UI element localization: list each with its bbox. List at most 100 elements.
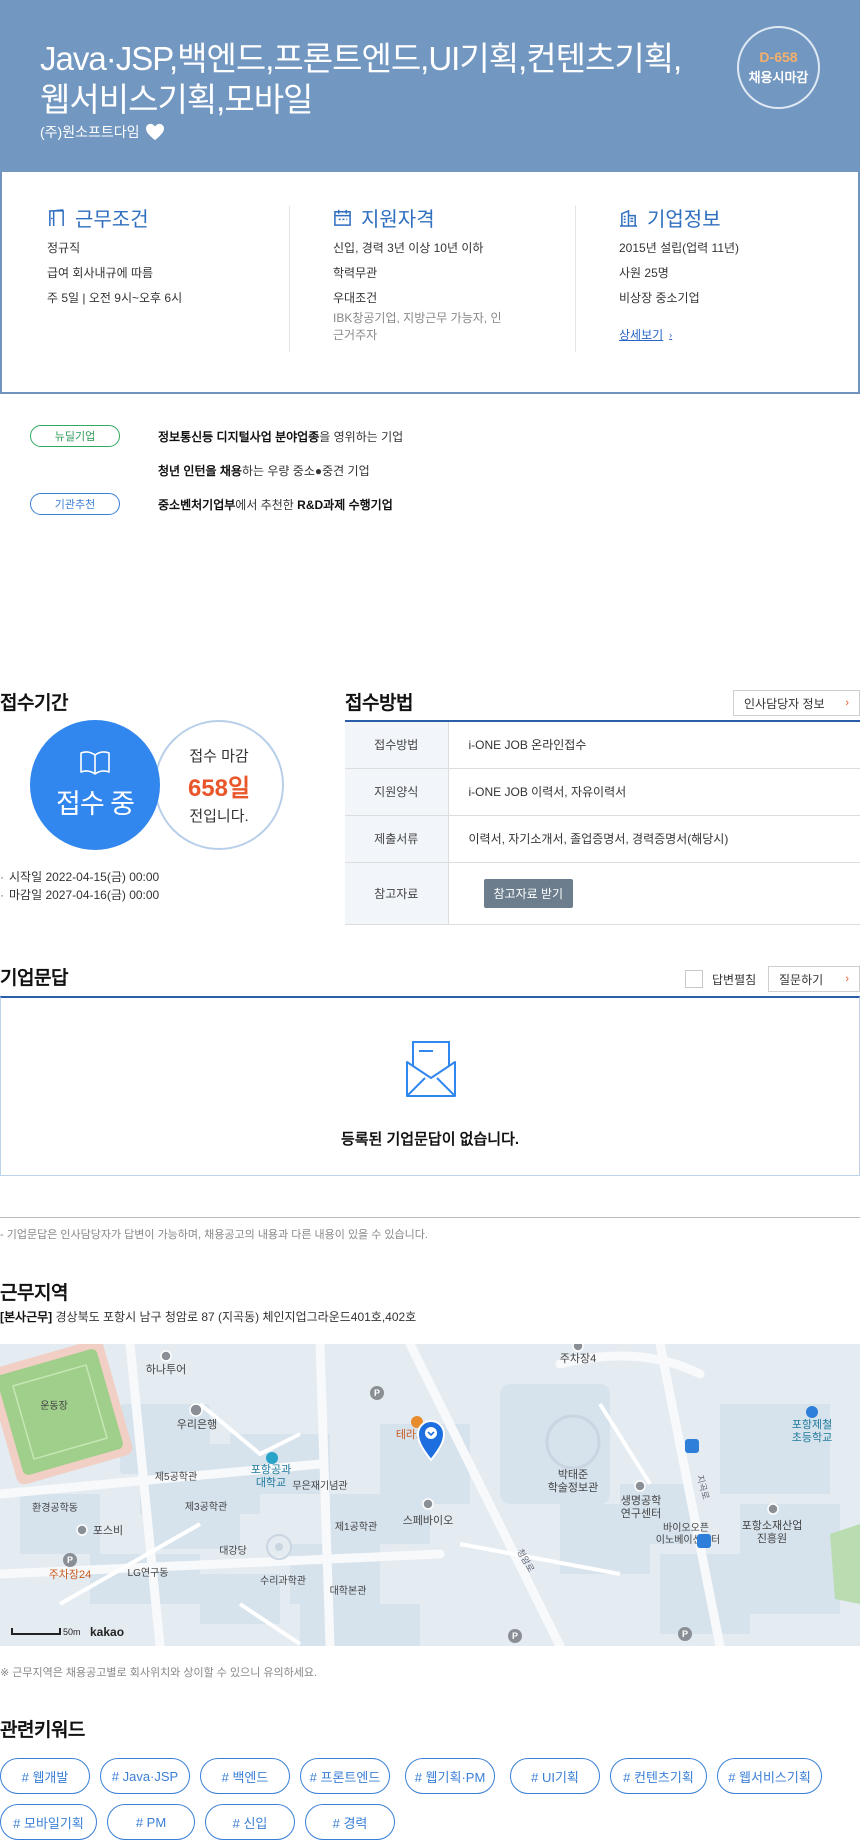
qualification-item: 신입, 경력 3년 이상 10년 이하 bbox=[333, 241, 484, 255]
status-circle: 접수 중 bbox=[30, 720, 160, 850]
chevron-right-icon: › bbox=[845, 697, 849, 709]
newdeal-badge: 뉴딜기업 bbox=[30, 425, 120, 447]
work-condition-item: 정규직 bbox=[47, 241, 81, 255]
map-label: 대강당 bbox=[219, 1545, 247, 1557]
summary-box: 근무조건 정규직 급여 회사내규에 따름 주 5일 | 오전 9시~오후 6시 … bbox=[0, 172, 860, 394]
location-map[interactable]: 하나투어 우리은행 운동장 제5공학관 제3공학관 환경공학동 포스비 LG연구… bbox=[0, 1344, 860, 1646]
location-title: 근무지역 bbox=[0, 1283, 68, 1304]
hr-info-button[interactable]: 인사담당자 정보 › bbox=[733, 690, 860, 716]
map-label: 수리과학관 bbox=[260, 1575, 306, 1587]
table-row: 접수방법 i-ONE JOB 온라인접수 bbox=[345, 721, 860, 768]
map-label: 우리은행 bbox=[177, 1418, 217, 1431]
expand-answers-checkbox[interactable] bbox=[685, 970, 703, 988]
dday-badge: D-658 채용시마감 bbox=[737, 26, 820, 109]
row-value: i-ONE JOB 온라인접수 bbox=[468, 738, 587, 753]
row-label: 접수방법 bbox=[345, 721, 449, 768]
keyword-chip[interactable]: # 백엔드 bbox=[200, 1758, 290, 1794]
map-label: 주차장24 bbox=[49, 1568, 92, 1581]
job-title: Java·JSP,백엔드,프론트엔드,UI기획,컨텐츠기획, 웹서비스기획,모바… bbox=[40, 38, 700, 120]
keyword-chip[interactable]: # 경력 bbox=[305, 1804, 395, 1840]
job-title-line2: 웹서비스기획,모바일 bbox=[40, 81, 313, 118]
date-list: 시작일 2022-04-15(금) 00:00 마감일 2027-04-16(금… bbox=[0, 868, 159, 904]
row-label: 지원양식 bbox=[345, 768, 449, 815]
table-row: 참고자료 참고자료 받기 bbox=[345, 862, 860, 924]
heart-icon[interactable] bbox=[145, 123, 165, 141]
deadline-type: 채용시마감 bbox=[748, 70, 809, 85]
company-detail-link[interactable]: 상세보기 › bbox=[619, 326, 672, 343]
company-row: (주)원소프트다임 bbox=[40, 122, 165, 142]
map-label: 운동장 bbox=[40, 1400, 68, 1412]
keyword-chip[interactable]: # 모바일기획 bbox=[0, 1804, 97, 1840]
map-label: 대학본관 bbox=[330, 1585, 367, 1597]
badge-description: 정보통신등 디지털사업 분야업종을 영위하는 기업 bbox=[158, 429, 404, 444]
work-condition-item: 주 5일 | 오전 9시~오후 6시 bbox=[47, 291, 183, 305]
map-label: 대학교 bbox=[256, 1476, 286, 1489]
map-scale: 50m bbox=[63, 1627, 81, 1637]
ask-question-button[interactable]: 질문하기 › bbox=[768, 966, 860, 992]
company-info-title: 기업정보 bbox=[647, 208, 721, 231]
keyword-chip[interactable]: # 웹기획·PM bbox=[405, 1758, 495, 1794]
svg-text:P: P bbox=[512, 1631, 518, 1641]
expand-answers-label[interactable]: 답변펼침 bbox=[712, 971, 756, 988]
qualification-item: 학력무관 bbox=[333, 266, 378, 280]
map-label: 제1공학관 bbox=[335, 1521, 377, 1533]
keyword-chip[interactable]: # 프론트엔드 bbox=[300, 1758, 390, 1794]
door-icon bbox=[49, 208, 64, 226]
work-conditions-heading: 근무조건 bbox=[47, 204, 307, 231]
chevron-right-icon: › bbox=[845, 973, 849, 985]
row-value: 참고자료 받기 bbox=[448, 862, 860, 924]
map-label: 포항공과 bbox=[251, 1463, 291, 1476]
address-tag: [본사근무] bbox=[0, 1310, 53, 1324]
divider bbox=[0, 1217, 860, 1218]
map-label: 바이오오픈 bbox=[663, 1522, 709, 1534]
hr-info-label[interactable]: 인사담당자 정보 bbox=[744, 695, 825, 712]
map-label: LG연구동 bbox=[128, 1567, 169, 1579]
status-label: 접수 중 bbox=[55, 788, 135, 819]
start-date: 시작일 2022-04-15(금) 00:00 bbox=[0, 868, 159, 886]
row-label: 참고자료 bbox=[345, 862, 449, 924]
map-label: 생명공학 bbox=[621, 1494, 661, 1507]
keyword-chip[interactable]: # UI기획 bbox=[510, 1758, 600, 1794]
keywords-title: 관련키워드 bbox=[0, 1720, 85, 1741]
company-info-item: 사원 25명 bbox=[619, 266, 669, 280]
map-label: 연구센터 bbox=[621, 1507, 661, 1520]
qa-title: 기업문답 bbox=[0, 968, 68, 989]
row-value: i-ONE JOB 이력서, 자유이력서 bbox=[468, 785, 627, 799]
keyword-chip[interactable]: # PM bbox=[107, 1804, 195, 1840]
badge-description: 청년 인턴을 채용하는 우량 중소●중견 기업 bbox=[158, 463, 370, 478]
job-title-line1: Java·JSP,백엔드,프론트엔드,UI기획,컨텐츠기획, bbox=[40, 40, 682, 77]
badge-row: 기관추천 중소벤처기업부에서 추천한 R&D과제 수행기업 bbox=[30, 493, 393, 515]
company-detail-label[interactable]: 상세보기 bbox=[619, 326, 663, 343]
address-text: 경상북도 포항시 남구 청암로 87 (지곡동) 체인지업그라운드401호,40… bbox=[55, 1310, 417, 1324]
company-name[interactable]: (주)원소프트다임 bbox=[40, 122, 139, 142]
svg-text:P: P bbox=[67, 1555, 73, 1565]
keyword-chip[interactable]: # 컨텐츠기획 bbox=[610, 1758, 707, 1794]
keyword-chip[interactable]: # Java·JSP bbox=[100, 1758, 190, 1794]
keyword-chip[interactable]: # 웹서비스기획 bbox=[717, 1758, 822, 1794]
qualifications-heading: 지원자격 bbox=[333, 204, 593, 231]
badge-description: 중소벤처기업부에서 추천한 R&D과제 수행기업 bbox=[158, 497, 393, 512]
deadline-suffix: 전입니다. bbox=[189, 807, 249, 825]
company-info-item: 2015년 설립(업력 11년) bbox=[619, 241, 740, 255]
ask-question-label[interactable]: 질문하기 bbox=[779, 971, 823, 988]
work-condition-item: 급여 회사내규에 따름 bbox=[47, 266, 154, 280]
envelope-icon bbox=[406, 1041, 456, 1097]
deadline-circle: 접수 마감 658일 전입니다. bbox=[154, 720, 284, 850]
keyword-chip[interactable]: # 신입 bbox=[205, 1804, 295, 1840]
row-value: 이력서, 자기소개서, 졸업증명서, 경력증명서(해당시) bbox=[468, 832, 729, 846]
book-icon bbox=[80, 750, 110, 775]
table-row: 제출서류 이력서, 자기소개서, 졸업증명서, 경력증명서(해당시) bbox=[345, 815, 860, 862]
map-label: 무은재기념관 bbox=[292, 1480, 347, 1492]
reference-download-button[interactable]: 참고자료 받기 bbox=[483, 878, 574, 908]
company-info-column: 기업정보 2015년 설립(업력 11년) 사원 25명 비상장 중소기업 상세… bbox=[619, 204, 860, 344]
map-label: 하나투어 bbox=[146, 1362, 186, 1376]
svg-text:P: P bbox=[682, 1629, 688, 1639]
map-label: 포항소재산업 bbox=[742, 1519, 803, 1532]
qualifications-title: 지원자격 bbox=[361, 208, 435, 231]
calendar-icon bbox=[334, 209, 351, 226]
badge-row: 청년 인턴을 채용하는 우량 중소●중견 기업 bbox=[30, 459, 370, 481]
days-left: 658일 bbox=[187, 774, 251, 802]
qualifications-column: 지원자격 신입, 경력 3년 이상 10년 이하 학력무관 우대조건 IBK창공… bbox=[333, 204, 593, 354]
keyword-chip[interactable]: # 웹개발 bbox=[0, 1758, 90, 1794]
expand-answers-toggle[interactable]: 답변펼침 bbox=[685, 970, 756, 988]
